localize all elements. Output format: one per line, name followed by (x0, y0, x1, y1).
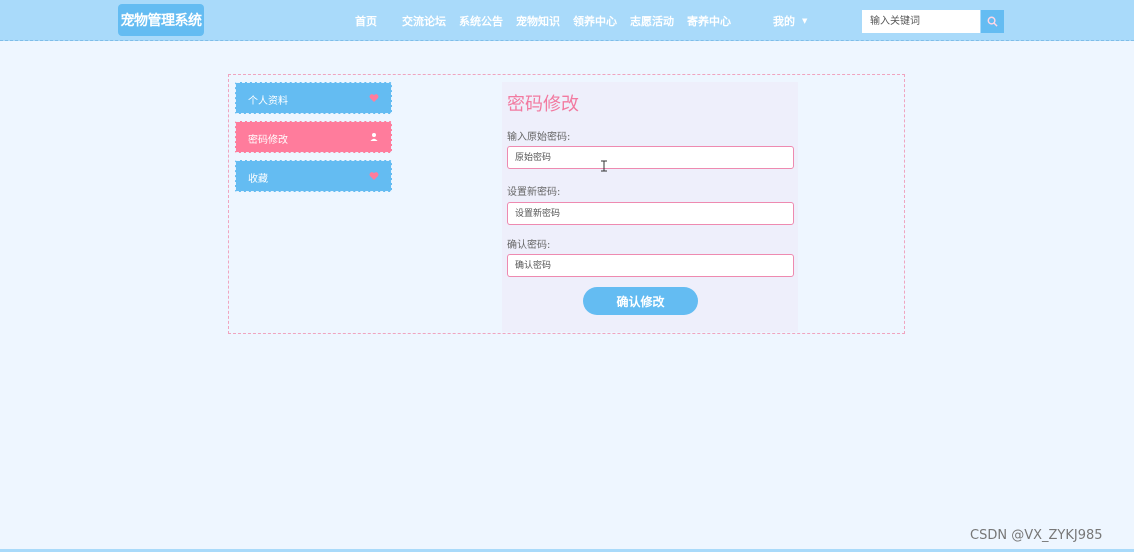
sidebar-item-password[interactable]: 密码修改 (235, 121, 392, 153)
sidebar-item-label: 收藏 (248, 174, 268, 185)
nav-announcements[interactable]: 系统公告 (459, 13, 503, 29)
search-icon (987, 16, 998, 27)
user-icon (370, 133, 378, 141)
sidebar-item-label: 密码修改 (248, 135, 288, 146)
confirm-password-label: 确认密码: (507, 240, 551, 251)
search-input[interactable] (862, 10, 980, 33)
confirm-password-input[interactable] (507, 254, 794, 277)
user-menu[interactable]: 我的 ▼ (773, 13, 807, 29)
old-password-input[interactable] (507, 146, 794, 169)
confirm-change-button[interactable]: 确认修改 (583, 287, 698, 315)
watermark: CSDN @VX_ZYKJ985 (970, 528, 1103, 543)
sidebar-item-profile[interactable]: 个人资料 (235, 82, 392, 114)
nav-boarding-center[interactable]: 寄养中心 (687, 13, 731, 29)
site-logo[interactable]: 宠物管理系统 (118, 4, 204, 36)
old-password-label: 输入原始密码: (507, 132, 571, 143)
nav-volunteer-activities[interactable]: 志愿活动 (630, 13, 674, 29)
search-button[interactable] (981, 10, 1004, 33)
nav-adoption-center[interactable]: 领养中心 (573, 13, 617, 29)
sidebar-item-label: 个人资料 (248, 96, 288, 107)
new-password-label: 设置新密码: (507, 187, 561, 198)
nav-pet-knowledge[interactable]: 宠物知识 (516, 13, 560, 29)
sidebar-item-favorites[interactable]: 收藏 (235, 160, 392, 192)
page-title: 密码修改 (507, 94, 579, 115)
nav-forum[interactable]: 交流论坛 (402, 13, 446, 29)
text-cursor-icon (601, 160, 607, 172)
nav-home[interactable]: 首页 (355, 13, 377, 29)
chevron-down-icon: ▼ (802, 17, 808, 25)
user-menu-label: 我的 (773, 15, 795, 28)
new-password-input[interactable] (507, 202, 794, 225)
heart-icon (369, 172, 379, 180)
heart-icon (369, 94, 379, 102)
